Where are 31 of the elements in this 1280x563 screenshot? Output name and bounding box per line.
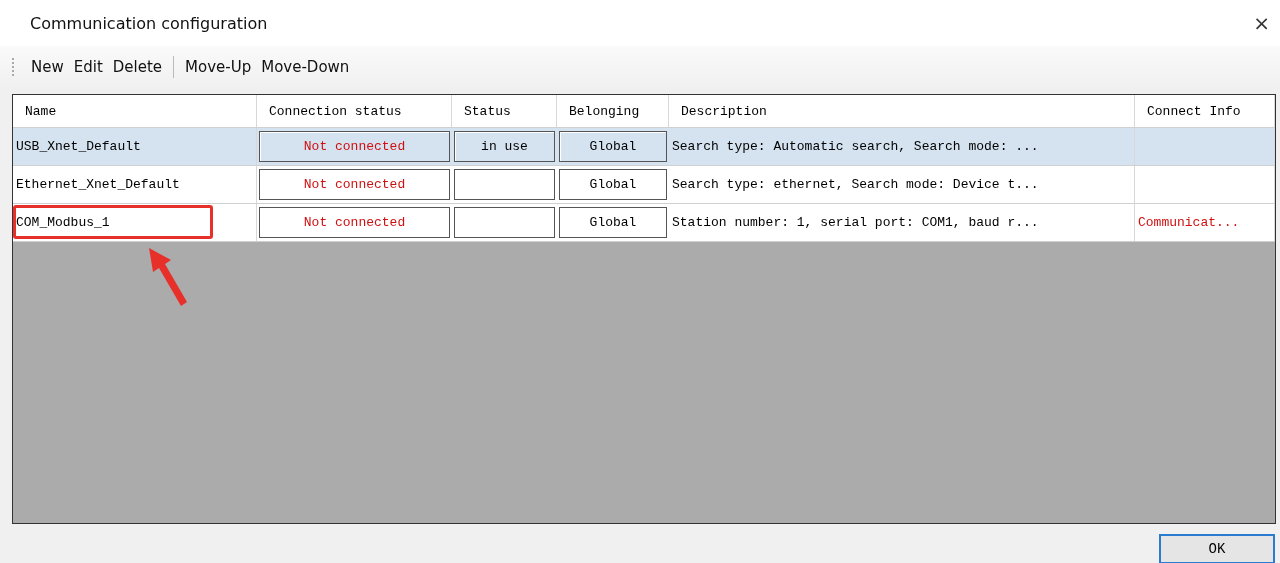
window-title: Communication configuration [30,13,268,33]
toolbar-button[interactable]: Delete [107,56,168,78]
column-header[interactable]: Belonging [557,95,669,127]
close-button[interactable]: × [1253,11,1270,35]
description-cell: Search type: ethernet, Search mode: Device t... [669,166,1135,203]
belonging-cell: Global [559,131,667,162]
ok-button[interactable]: OK [1159,534,1275,563]
description-cell: Station number: 1, serial port: COM1, baud r... [669,204,1135,241]
column-header[interactable]: Status [452,95,557,127]
toolbar-button[interactable]: Edit [68,56,108,78]
table-row[interactable]: USB_Xnet_Default Not connected in use Global Search type: Automatic search, Search mode: ... [13,128,1275,166]
status-cell: in use [454,131,555,162]
belonging-cell: Global [559,207,667,238]
column-header[interactable]: Connection status [257,95,452,127]
arrow-icon [149,248,187,306]
name-cell: Ethernet_Xnet_Default [13,166,257,203]
toolbar-button[interactable]: Move-Up [180,56,257,78]
toolbar-button[interactable]: New [26,56,69,78]
description-cell: Search type: Automatic search, Search mode: ... [669,128,1135,165]
table-row[interactable]: Ethernet_Xnet_Default Not connected Global Search type: ethernet, Search mode: Device t... [13,166,1275,204]
name-cell: USB_Xnet_Default [13,128,257,165]
belonging-cell: Global [559,169,667,200]
connection-status-cell: Not connected [259,169,450,200]
connection-status-cell: Not connected [259,207,450,238]
name-cell: COM_Modbus_1 [13,204,257,241]
column-header[interactable]: Name [13,95,257,127]
toolbar-button[interactable]: Move-Down [256,56,355,78]
connection-status-cell: Not connected [259,131,450,162]
column-header[interactable]: Description [669,95,1135,127]
connect-info-cell: Communicat... [1135,204,1275,241]
column-header[interactable]: Connect Info [1135,95,1275,127]
